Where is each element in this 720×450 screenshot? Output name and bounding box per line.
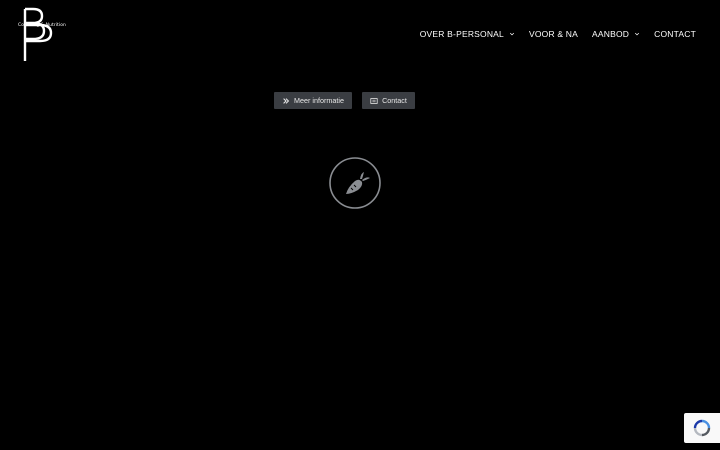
logo-tagline: Coaching & Nutrition	[18, 23, 66, 28]
recaptcha-badge[interactable]	[684, 413, 720, 443]
carrot-feature-icon	[329, 157, 381, 209]
nav-item-label: AANBOD	[592, 29, 630, 39]
main-nav: OVER B-PERSONAL VOOR & NA AANBOD CONTACT	[420, 27, 696, 41]
carrot-icon	[329, 157, 381, 209]
nav-item-label: VOOR & NA	[528, 29, 579, 39]
nav-item-label: OVER B-PERSONAL	[419, 29, 504, 39]
recaptcha-icon	[693, 419, 711, 437]
page: Coaching & Nutrition OVER B-PERSONAL VOO…	[0, 0, 720, 450]
contact-label: Contact	[382, 96, 407, 105]
envelope-icon	[370, 97, 378, 104]
double-chevron-right-icon	[283, 97, 290, 104]
nav-item-voor-na[interactable]: VOOR & NA	[529, 27, 578, 41]
logo-mark	[23, 7, 53, 61]
nav-item-aanbod[interactable]: AANBOD	[592, 27, 640, 41]
more-info-label: Meer informatie	[294, 96, 344, 105]
nav-item-over-b-personal[interactable]: OVER B-PERSONAL	[420, 27, 515, 41]
contact-button[interactable]: Contact	[362, 92, 415, 109]
nav-item-label: CONTACT	[654, 29, 696, 39]
nav-item-contact[interactable]: CONTACT	[654, 27, 696, 41]
chevron-down-icon	[509, 32, 515, 36]
chevron-down-icon	[635, 32, 640, 36]
more-info-button[interactable]: Meer informatie	[274, 92, 352, 109]
logo[interactable]: Coaching & Nutrition	[18, 7, 66, 63]
